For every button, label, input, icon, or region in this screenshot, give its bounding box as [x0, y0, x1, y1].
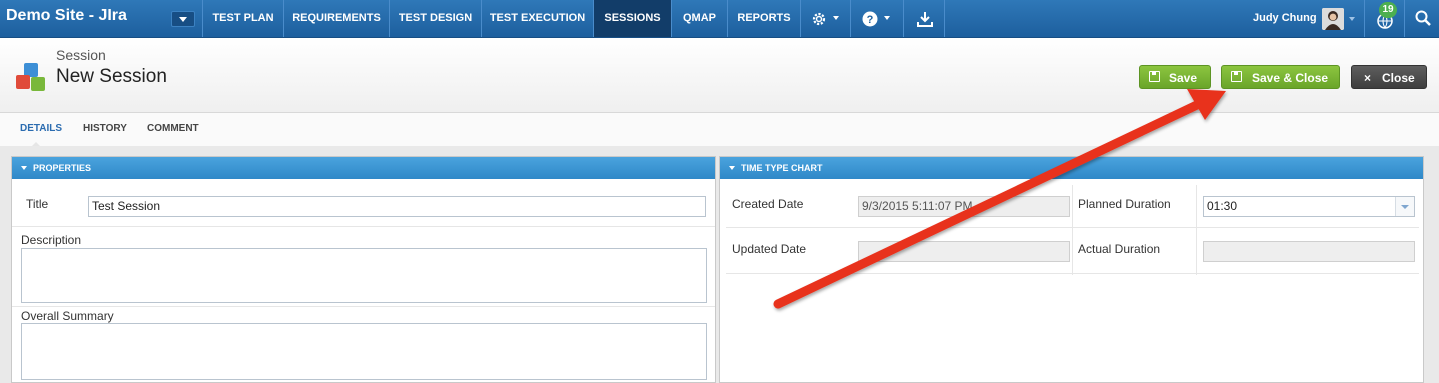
nav-sessions[interactable]: SESSIONS — [593, 0, 671, 37]
site-title[interactable]: Demo Site - JIra — [6, 7, 127, 25]
close-button[interactable]: × Close — [1351, 65, 1427, 89]
description-label: Description — [21, 233, 82, 247]
download-icon — [917, 12, 933, 27]
breadcrumb[interactable]: Session — [56, 47, 106, 63]
help-menu[interactable]: ? — [850, 0, 903, 37]
avatar[interactable] — [1322, 8, 1344, 30]
save-button[interactable]: Save — [1139, 65, 1211, 89]
chevron-down-icon — [884, 16, 890, 20]
site-dropdown-button[interactable] — [171, 11, 195, 27]
nav-reports[interactable]: REPORTS — [727, 0, 800, 37]
overall-summary-label: Overall Summary — [21, 309, 114, 323]
user-avatar-icon — [1322, 8, 1344, 30]
notifications-button[interactable]: 19 — [1364, 0, 1404, 37]
description-field[interactable] — [21, 248, 707, 303]
tab-comment[interactable]: COMMENT — [147, 123, 199, 134]
actual-duration-field[interactable] — [1203, 241, 1415, 262]
overall-summary-field[interactable] — [21, 323, 707, 380]
collapse-triangle-icon — [729, 166, 735, 170]
top-navigation-bar: Demo Site - JIra TEST PLAN REQUIREMENTS … — [0, 0, 1439, 38]
session-icon — [16, 63, 45, 91]
collapse-triangle-icon — [21, 166, 27, 170]
page-header: Session New Session Save Save & Close × … — [0, 38, 1439, 113]
gear-icon — [812, 12, 826, 26]
created-date-label: Created Date — [732, 197, 804, 211]
time-type-chart-panel: TIME TYPE CHART Created Date 9/3/2015 5:… — [719, 156, 1424, 383]
svg-text:?: ? — [867, 14, 874, 26]
divider — [12, 226, 715, 227]
title-field[interactable]: Test Session — [88, 196, 706, 217]
nav-qmap[interactable]: QMAP — [671, 0, 727, 37]
time-type-chart-header[interactable]: TIME TYPE CHART — [720, 157, 1423, 179]
nav-test-design[interactable]: TEST DESIGN — [389, 0, 481, 37]
help-icon: ? — [862, 11, 878, 27]
tab-details[interactable]: DETAILS — [20, 123, 62, 134]
actual-duration-label: Actual Duration — [1078, 242, 1161, 256]
close-icon: × — [1364, 71, 1372, 85]
divider — [12, 306, 715, 307]
planned-duration-value: 01:30 — [1207, 199, 1238, 213]
panel-title: PROPERTIES — [33, 163, 92, 173]
nav-requirements[interactable]: REQUIREMENTS — [283, 0, 389, 37]
settings-menu[interactable] — [800, 0, 850, 37]
panel-title: TIME TYPE CHART — [741, 163, 823, 173]
search-icon — [1415, 10, 1431, 26]
nav-test-plan[interactable]: TEST PLAN — [202, 0, 283, 37]
save-and-close-button[interactable]: Save & Close — [1221, 65, 1340, 89]
search-button[interactable] — [1404, 0, 1439, 37]
planned-duration-label: Planned Duration — [1078, 197, 1171, 211]
user-menu-chevron-icon[interactable] — [1349, 17, 1355, 21]
notification-count-badge: 19 — [1379, 2, 1397, 18]
chevron-down-icon — [833, 16, 839, 20]
properties-panel-header[interactable]: PROPERTIES — [12, 157, 715, 179]
divider — [726, 273, 1419, 274]
divider — [726, 227, 1419, 228]
planned-duration-select[interactable]: 01:30 — [1203, 196, 1415, 217]
divider — [1072, 185, 1073, 275]
page-title: New Session — [56, 66, 167, 87]
floppy-disk-icon — [1149, 71, 1160, 82]
title-label: Title — [26, 197, 49, 211]
tab-history[interactable]: HISTORY — [83, 123, 127, 134]
created-date-field[interactable]: 9/3/2015 5:11:07 PM — [858, 196, 1070, 217]
updated-date-label: Updated Date — [732, 242, 807, 256]
user-name[interactable]: Judy Chung — [1253, 12, 1317, 24]
tab-bar: DETAILS HISTORY COMMENT — [0, 113, 1439, 147]
download-button[interactable] — [903, 0, 945, 37]
nav-test-execution[interactable]: TEST EXECUTION — [481, 0, 593, 37]
floppy-disk-icon — [1231, 71, 1242, 82]
updated-date-field[interactable] — [858, 241, 1070, 262]
properties-panel: PROPERTIES Title Test Session Descriptio… — [11, 156, 716, 383]
chevron-down-icon[interactable] — [1395, 197, 1414, 216]
divider — [1196, 185, 1197, 275]
